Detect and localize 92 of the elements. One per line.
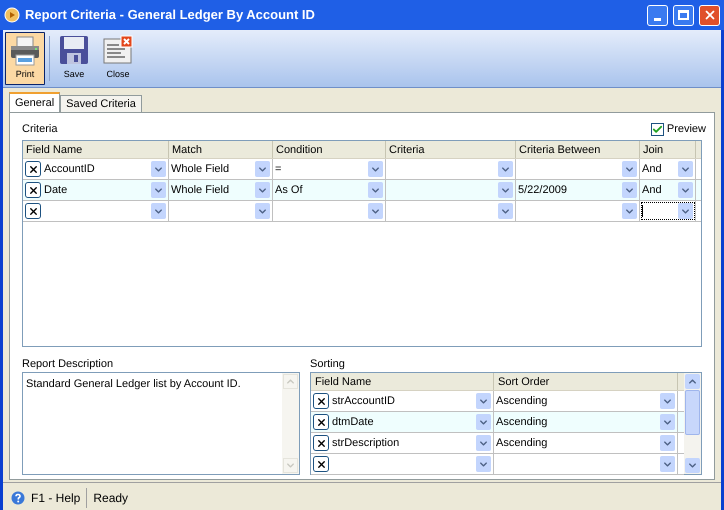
dropdown-button[interactable] [151, 203, 166, 219]
dropdown-button[interactable] [255, 203, 270, 219]
dropdown-button[interactable] [255, 161, 270, 177]
toolbar-button[interactable]: Save [54, 32, 94, 85]
status-text: Ready [93, 490, 128, 506]
printer-icon [9, 35, 41, 67]
checkmark-icon [652, 124, 663, 134]
dropdown-button[interactable] [660, 414, 675, 430]
dropdown-cell[interactable]: And [640, 180, 696, 200]
x-icon [28, 206, 38, 216]
remove-row-button[interactable] [313, 435, 329, 451]
dropdown-cell[interactable]: Ascending [494, 391, 678, 411]
dropdown-cell[interactable] [640, 201, 696, 221]
dropdown-button[interactable] [151, 182, 166, 198]
x-icon [316, 396, 326, 406]
column-header[interactable]: Field Name [311, 373, 494, 390]
dropdown-button[interactable] [622, 161, 637, 177]
toolbar-button[interactable]: Close [98, 32, 138, 85]
column-header[interactable]: Field Name [23, 141, 169, 158]
dropdown-button[interactable] [476, 435, 491, 451]
sorting-label: Sorting [310, 357, 346, 370]
toolbar-button[interactable]: Print [5, 32, 45, 85]
dropdown-cell[interactable]: Ascending [494, 412, 678, 432]
dropdown-cell[interactable]: Date [23, 180, 169, 200]
dropdown-button[interactable] [498, 203, 513, 219]
dropdown-cell[interactable]: strAccountID [311, 391, 494, 411]
remove-row-button[interactable] [25, 161, 41, 177]
dropdown-cell[interactable]: 5/22/2009 [516, 180, 640, 200]
description-field[interactable]: Standard General Ledger list by Account ID. [22, 372, 300, 475]
x-icon [28, 164, 38, 174]
app-icon [4, 7, 20, 23]
dropdown-cell[interactable]: Ascending [494, 433, 678, 453]
dropdown-cell[interactable]: Whole Field [169, 180, 273, 200]
column-header[interactable]: Condition [273, 141, 386, 158]
dropdown-button[interactable] [368, 161, 383, 177]
preview-checkbox[interactable]: Preview [650, 120, 706, 138]
remove-row-button[interactable] [25, 182, 41, 198]
dropdown-button[interactable] [498, 161, 513, 177]
remove-row-button[interactable] [313, 456, 329, 472]
remove-row-button[interactable] [313, 414, 329, 430]
dropdown-button[interactable] [498, 182, 513, 198]
dropdown-button[interactable] [678, 182, 693, 198]
dropdown-cell[interactable] [311, 454, 494, 474]
x-icon [316, 458, 326, 470]
dropdown-button[interactable] [151, 161, 166, 177]
dropdown-button[interactable] [476, 393, 491, 409]
dropdown-button[interactable] [678, 161, 693, 177]
description-label: Report Description [22, 357, 114, 370]
column-header[interactable]: Criteria [386, 141, 516, 158]
dropdown-button[interactable] [660, 393, 675, 409]
x-icon [316, 416, 326, 428]
dropdown-button[interactable] [622, 182, 637, 198]
dropdown-button[interactable] [660, 435, 675, 451]
maximize-button[interactable] [673, 4, 694, 26]
x-icon [28, 184, 38, 196]
dropdown-button[interactable] [678, 203, 693, 219]
scroll-thumb[interactable] [685, 390, 700, 435]
criteria-label: Criteria [22, 122, 58, 137]
column-header[interactable]: Match [169, 141, 273, 158]
dropdown-button[interactable] [368, 182, 383, 198]
dropdown-cell[interactable]: Whole Field [169, 159, 273, 179]
column-header[interactable]: Join [640, 141, 696, 158]
dropdown-button[interactable] [622, 203, 637, 219]
dropdown-button[interactable] [368, 203, 383, 219]
scrollbar[interactable] [684, 373, 701, 474]
close-button[interactable] [699, 4, 720, 26]
dropdown-button[interactable] [476, 414, 491, 430]
remove-row-button[interactable] [313, 393, 329, 409]
scroll-up-button[interactable] [685, 374, 700, 389]
dropdown-cell[interactable]: dtmDate [311, 412, 494, 432]
tab[interactable]: Saved Criteria [60, 95, 142, 112]
dropdown-cell[interactable]: strDescription [311, 433, 494, 453]
minimize-button[interactable] [647, 4, 668, 26]
column-header[interactable]: Sort Order [494, 373, 678, 390]
dropdown-button[interactable] [255, 182, 270, 198]
dropdown-cell[interactable]: = [273, 159, 386, 179]
remove-row-button[interactable] [25, 203, 41, 219]
dropdown-cell[interactable]: AccountID [23, 159, 169, 179]
help-text: F1 - Help [31, 490, 80, 506]
dropdown-cell[interactable] [23, 201, 169, 221]
dropdown-cell[interactable]: And [640, 159, 696, 179]
document-close-icon [103, 35, 133, 65]
dropdown-cell[interactable]: As Of [273, 180, 386, 200]
tab[interactable]: General [9, 92, 60, 112]
close-icon [702, 8, 716, 22]
scroll-down-button[interactable] [685, 458, 700, 473]
column-header[interactable]: Criteria Between [516, 141, 640, 158]
x-icon [316, 438, 326, 448]
help-icon [11, 490, 25, 504]
dropdown-button[interactable] [660, 456, 675, 472]
dropdown-button[interactable] [476, 456, 491, 472]
window-title: Report Criteria - General Ledger By Account ID [25, 6, 316, 24]
